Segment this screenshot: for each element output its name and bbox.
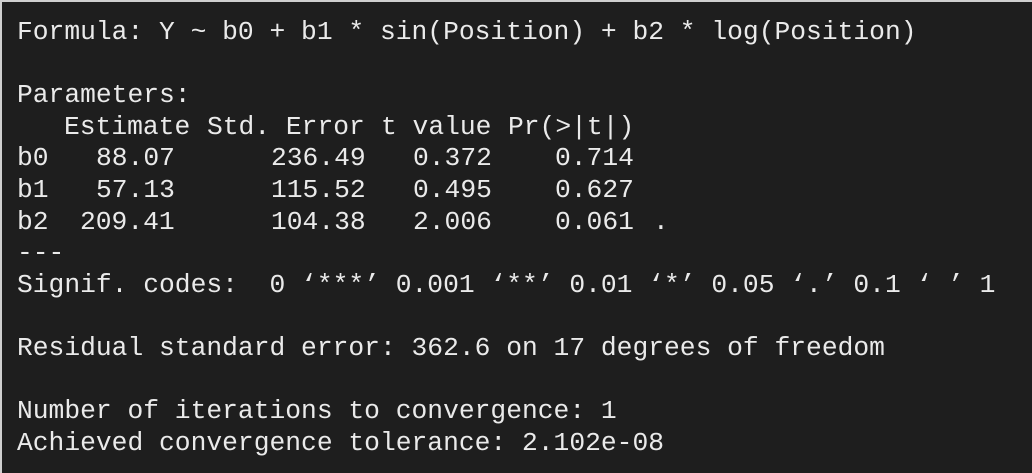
row-estimate: 88.07 — [96, 143, 175, 174]
header-t-value: t value — [381, 111, 492, 142]
header-p-value: Pr(>|t|) — [508, 111, 635, 142]
row-std-error: 115.52 — [271, 174, 366, 205]
row-name: b1 — [17, 174, 49, 205]
row-estimate: 57.13 — [96, 174, 175, 205]
parameters-heading: Parameters: — [17, 80, 191, 111]
row-name: b2 — [17, 206, 49, 237]
row-std-error: 104.38 — [271, 206, 366, 237]
table-header: Estimate Std. Error t value Pr(>|t|) — [17, 112, 1032, 144]
row-p-value: 0.714 — [555, 143, 634, 174]
table-row: b0 88.07 236.49 0.372 0.714 — [17, 143, 1032, 175]
row-t-value: 0.372 — [413, 143, 492, 174]
tolerance-line: Achieved convergence tolerance: 2.102e-0… — [17, 427, 665, 458]
row-std-error: 236.49 — [271, 143, 366, 174]
row-p-value: 0.627 — [555, 174, 634, 205]
row-t-value: 2.006 — [413, 206, 492, 237]
formula-line: Formula: Y ~ b0 + b1 * sin(Position) + b… — [17, 17, 917, 47]
table-row: b2 209.41 104.38 2.006 0.061. — [17, 207, 1032, 239]
header-estimate: Estimate — [64, 111, 191, 142]
row-t-value: 0.495 — [413, 174, 492, 205]
row-name: b0 — [17, 143, 49, 174]
iterations-line: Number of iterations to convergence: 1 — [17, 396, 617, 427]
header-std-error: Std. Error — [207, 111, 365, 142]
separator: --- — [17, 238, 65, 269]
residual-standard-error: Residual standard error: 362.6 on 17 deg… — [17, 332, 885, 363]
row-estimate: 209.41 — [80, 206, 175, 237]
signif-codes: Signif. codes: 0 ‘***’ 0.001 ‘**’ 0.01 ‘… — [17, 269, 996, 300]
row-signif: . — [653, 206, 669, 237]
table-row: b1 57.13 115.52 0.495 0.627 — [17, 175, 1032, 207]
row-p-value: 0.061 — [555, 206, 634, 237]
console-output: Formula: Y ~ b0 + b1 * sin(Position) + b… — [0, 0, 1032, 473]
